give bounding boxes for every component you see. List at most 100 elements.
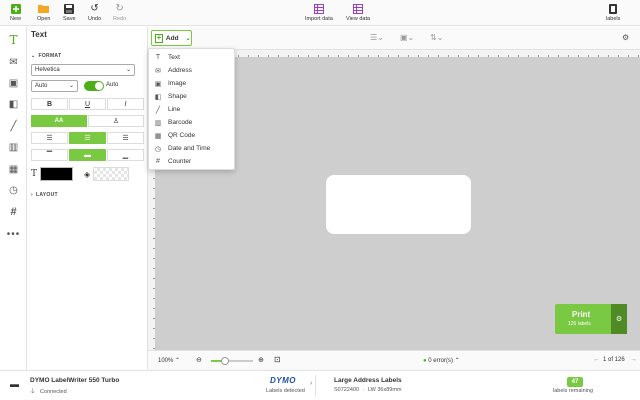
align-top-button[interactable]: ▔ — [31, 149, 68, 161]
italic-button[interactable]: I — [107, 98, 144, 110]
text-color-icon: T — [31, 169, 38, 179]
printer-icon: ▬ — [10, 379, 19, 389]
align-middle-button[interactable]: ▬ — [69, 149, 106, 161]
view-data-button[interactable]: View data — [346, 3, 370, 22]
prev-page-icon[interactable]: ← — [593, 356, 600, 363]
horizontal-align-row: ☰ ☰ ☰ — [31, 132, 144, 144]
bold-button[interactable]: B — [31, 98, 68, 110]
add-icon: + — [155, 33, 163, 43]
save-label: Save — [63, 16, 76, 22]
next-page-icon[interactable]: → — [630, 356, 637, 363]
fill-color-swatch[interactable] — [93, 167, 130, 181]
rail-counter-icon[interactable]: # — [0, 201, 27, 223]
save-button[interactable]: Save — [63, 3, 76, 22]
label-code: S0722400 — [334, 387, 360, 393]
barcode-icon: ▥ — [154, 119, 162, 127]
error-status[interactable]: ● 0 error(s) ⌃ — [423, 357, 460, 364]
labels-remaining-label: labels remaining — [553, 388, 594, 394]
chevron-right-icon[interactable]: › — [310, 380, 312, 387]
menu-item-date-time[interactable]: ◷ Date and Time — [149, 142, 236, 155]
chevron-down-icon: ⌄ — [68, 83, 74, 89]
zoom-slider[interactable] — [211, 357, 253, 365]
align-right-icon: ☰ — [122, 135, 129, 142]
add-button[interactable]: + Add ⌄ — [151, 30, 192, 46]
menu-item-line[interactable]: ╱ Line — [149, 103, 236, 116]
align-middle-icon: ▬ — [84, 151, 91, 159]
chevron-down-icon: ⌄ — [125, 67, 131, 73]
redo-icon: ↻ — [115, 3, 124, 14]
clock-icon: ◷ — [154, 145, 162, 153]
distribute-icon[interactable]: ⇅⌄ — [430, 33, 443, 42]
connected-icon: ⏚ — [30, 389, 36, 395]
label-type[interactable]: Large Address Labels — [334, 377, 402, 384]
zoom-out-icon[interactable]: ⊖ — [196, 356, 202, 364]
menu-item-barcode[interactable]: ▥ Barcode — [149, 116, 236, 129]
panel-title: Text — [31, 30, 47, 39]
printer-name[interactable]: DYMO LabelWriter 550 Turbo — [30, 377, 119, 384]
print-button[interactable]: Print 126 labels ⚙ — [555, 304, 627, 334]
font-size-value: Auto — [35, 83, 48, 89]
add-menu: T Text ✉ Address ▣ Image ◧ Shape ╱ Line ▥ Barc… — [148, 48, 235, 170]
zoom-level[interactable]: 100% ⌃ — [158, 357, 180, 364]
line-icon: ╱ — [155, 106, 161, 114]
align-center-button[interactable]: ☰ — [69, 132, 106, 144]
menu-item-shape[interactable]: ◧ Shape — [149, 90, 236, 103]
printer-status-label: Connected — [40, 389, 67, 395]
menu-item-text[interactable]: T Text — [149, 51, 236, 64]
menu-item-qr-code[interactable]: ▦ QR Code — [149, 129, 236, 142]
vertical-text-button[interactable]: ♙ — [88, 115, 144, 127]
label-preview[interactable] — [326, 175, 471, 234]
format-section-header[interactable]: ⌄ FORMAT — [31, 53, 61, 59]
address-icon: ✉ — [155, 67, 161, 75]
rail-text-icon[interactable]: T — [0, 29, 27, 51]
align-objects-icon[interactable]: ☰⌄ — [370, 33, 384, 42]
open-label: Open — [37, 16, 51, 22]
labels-button[interactable]: labels — [606, 3, 620, 22]
font-family-select[interactable]: Helvetica ⌄ — [31, 64, 135, 76]
status-bar: 100% ⌃ ⊖ ⊕ ⊡ ● 0 error(s) ⌃ ← 1 of 126 → — [148, 350, 640, 370]
rail-shape-icon[interactable]: ◧ — [0, 93, 27, 115]
underline-button[interactable]: U — [69, 98, 106, 110]
object-rail: T ✉ ▣ ◧ ╱ ▥ ▦ ◷ # ••• — [0, 27, 27, 370]
menu-item-label: Image — [168, 80, 187, 87]
align-center-icon: ☰ — [84, 135, 91, 142]
chevron-right-icon: › — [31, 192, 33, 198]
zoom-slider-knob[interactable] — [221, 357, 229, 365]
rail-barcode-icon[interactable]: ▥ — [0, 136, 27, 158]
rail-clock-icon[interactable]: ◷ — [0, 179, 27, 201]
undo-button[interactable]: ↺ Undo — [88, 3, 101, 22]
fit-to-screen-icon[interactable]: ⊡ — [274, 355, 281, 364]
align-right-button[interactable]: ☰ — [107, 132, 144, 144]
rail-image-icon[interactable]: ▣ — [0, 72, 27, 94]
font-size-select[interactable]: Auto ⌄ — [31, 80, 78, 92]
align-bottom-icon: ▁ — [122, 152, 129, 159]
auto-size-label: Auto — [106, 82, 119, 88]
arrange-icon[interactable]: ▣⌄ — [400, 33, 414, 42]
rail-qr-icon[interactable]: ▦ — [0, 158, 27, 180]
font-family-value: Helvetica — [35, 67, 60, 73]
rail-line-icon[interactable]: ╱ — [0, 115, 27, 137]
qr-code-icon: ▦ — [154, 132, 162, 140]
labels-remaining-badge: 47 — [567, 377, 583, 387]
print-settings-button[interactable]: ⚙ — [611, 304, 627, 334]
layout-section-header[interactable]: › LAYOUT — [31, 192, 58, 198]
text-color-swatch[interactable] — [40, 167, 74, 181]
new-button[interactable]: New — [10, 3, 21, 22]
import-data-icon — [313, 3, 324, 14]
auto-size-toggle[interactable] — [84, 81, 104, 91]
rail-address-icon[interactable]: ✉ — [0, 51, 27, 73]
save-icon — [64, 3, 75, 14]
menu-item-counter[interactable]: # Counter — [149, 155, 236, 168]
settings-sliders-icon[interactable]: ⚙ — [622, 33, 629, 42]
align-left-button[interactable]: ☰ — [31, 132, 68, 144]
menu-item-image[interactable]: ▣ Image — [149, 77, 236, 90]
import-data-button[interactable]: Import data — [305, 3, 333, 22]
redo-button[interactable]: ↻ Redo — [113, 3, 126, 22]
zoom-in-icon[interactable]: ⊕ — [258, 356, 264, 364]
case-button[interactable]: AA — [31, 115, 87, 127]
rail-more-icon[interactable]: ••• — [0, 223, 27, 245]
align-bottom-button[interactable]: ▁ — [107, 149, 144, 161]
menu-item-address[interactable]: ✉ Address — [149, 64, 236, 77]
label-roll-icon — [608, 3, 619, 14]
open-button[interactable]: Open — [37, 3, 50, 22]
